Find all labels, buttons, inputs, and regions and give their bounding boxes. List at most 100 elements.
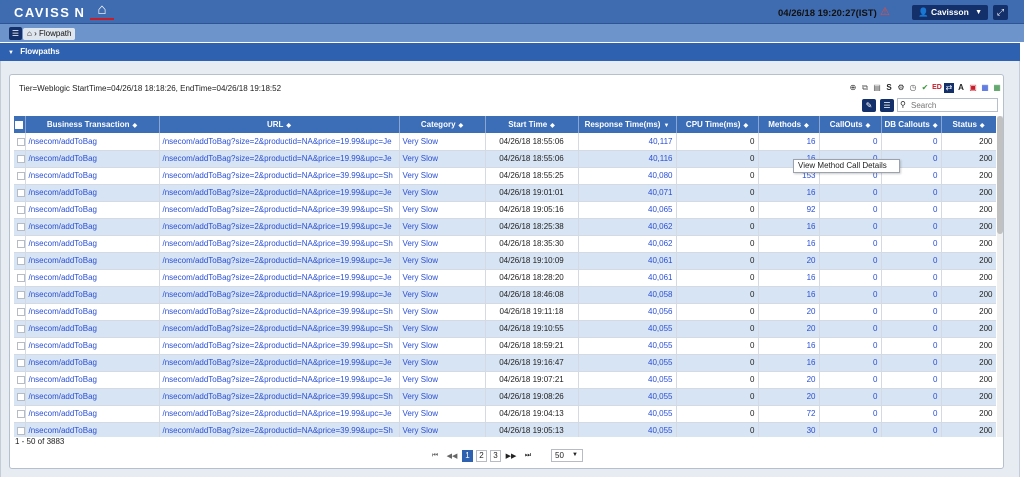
table-cell[interactable]: Very Slow [399,303,486,321]
table-cell[interactable]: 40,062 [578,218,677,236]
table-cell[interactable]: 40,080 [578,167,677,185]
table-cell[interactable]: /nsecom/addToBag [25,371,160,389]
table-row[interactable]: /nsecom/addToBag/nsecom/addToBag?size=2&… [14,133,996,151]
table-cell[interactable]: /nsecom/addToBag [25,133,160,151]
table-cell[interactable]: /nsecom/addToBag?size=2&productid=NA&pri… [159,371,400,389]
table-row[interactable]: /nsecom/addToBag/nsecom/addToBag?size=2&… [14,320,996,338]
table-cell[interactable]: Very Slow [399,337,486,355]
table-cell[interactable]: 0 [881,405,942,423]
table-cell[interactable]: 30 [758,422,820,437]
table-cell[interactable]: /nsecom/addToBag [25,235,160,253]
table-cell[interactable]: Very Slow [399,133,486,151]
table-cell[interactable]: Very Slow [399,252,486,270]
table-row[interactable]: /nsecom/addToBag/nsecom/addToBag?size=2&… [14,201,996,219]
table-cell[interactable]: Very Slow [399,354,486,372]
expand-icon[interactable]: ⤢ [993,5,1008,20]
collapse-icon[interactable]: ▼ [8,50,14,56]
column-header[interactable]: Category ◆ [399,116,486,133]
table-row[interactable]: /nsecom/addToBag/nsecom/addToBag?size=2&… [14,235,996,253]
table-cell[interactable]: 0 [819,371,882,389]
table-cell[interactable]: Very Slow [399,388,486,406]
document-icon[interactable]: ▤ [872,83,882,93]
section-header[interactable]: ▼ Flowpaths [0,43,1020,61]
word-icon[interactable]: ▦ [980,83,990,93]
select-all-checkbox[interactable] [14,116,26,133]
table-cell[interactable]: 40,055 [578,422,677,437]
user-menu-button[interactable]: 👤 Cavisson ▼ [912,5,988,20]
table-cell[interactable]: 0 [881,422,942,437]
table-cell[interactable]: /nsecom/addToBag [25,252,160,270]
table-cell[interactable]: 0 [819,388,882,406]
row-checkbox[interactable] [14,235,26,253]
prev-page-icon[interactable]: ◀◀ [445,452,459,460]
table-cell[interactable]: 40,055 [578,405,677,423]
settings-icon[interactable]: ⚙ [896,83,906,93]
table-cell[interactable]: 40,116 [578,150,677,168]
table-cell[interactable]: 0 [881,337,942,355]
row-checkbox[interactable] [14,320,26,338]
table-cell[interactable]: 40,058 [578,286,677,304]
table-scrollbar[interactable] [997,116,1003,437]
table-cell[interactable]: /nsecom/addToBag?size=2&productid=NA&pri… [159,167,400,185]
column-header[interactable]: CPU Time(ms) ◆ [676,116,759,133]
row-checkbox[interactable] [14,133,26,151]
row-checkbox[interactable] [14,252,26,270]
table-row[interactable]: /nsecom/addToBag/nsecom/addToBag?size=2&… [14,303,996,321]
clock-icon[interactable]: ◷ [908,83,918,93]
table-row[interactable]: /nsecom/addToBag/nsecom/addToBag?size=2&… [14,218,996,236]
table-cell[interactable]: /nsecom/addToBag?size=2&productid=NA&pri… [159,235,400,253]
table-cell[interactable]: Very Slow [399,371,486,389]
table-cell[interactable]: /nsecom/addToBag?size=2&productid=NA&pri… [159,201,400,219]
table-cell[interactable]: 0 [881,303,942,321]
table-row[interactable]: /nsecom/addToBag/nsecom/addToBag?size=2&… [14,337,996,355]
table-cell[interactable]: 0 [881,184,942,202]
table-cell[interactable]: 0 [819,303,882,321]
table-cell[interactable]: /nsecom/addToBag?size=2&productid=NA&pri… [159,133,400,151]
table-cell[interactable]: 40,055 [578,388,677,406]
table-cell[interactable]: /nsecom/addToBag?size=2&productid=NA&pri… [159,320,400,338]
table-cell[interactable]: /nsecom/addToBag [25,388,160,406]
table-cell[interactable]: 20 [758,371,820,389]
table-cell[interactable]: /nsecom/addToBag [25,201,160,219]
table-row[interactable]: /nsecom/addToBag/nsecom/addToBag?size=2&… [14,286,996,304]
table-row[interactable]: /nsecom/addToBag/nsecom/addToBag?size=2&… [14,388,996,406]
table-cell[interactable]: 0 [881,235,942,253]
column-header[interactable]: Methods ◆ [758,116,820,133]
table-cell[interactable]: /nsecom/addToBag [25,184,160,202]
pdf-icon[interactable]: ▣ [968,83,978,93]
table-row[interactable]: /nsecom/addToBag/nsecom/addToBag?size=2&… [14,269,996,287]
table-cell[interactable]: 40,062 [578,235,677,253]
table-cell[interactable]: Very Slow [399,422,486,437]
table-cell[interactable]: Very Slow [399,235,486,253]
excel-icon[interactable]: ▦ [992,83,1002,93]
table-cell[interactable]: /nsecom/addToBag?size=2&productid=NA&pri… [159,269,400,287]
row-checkbox[interactable] [14,218,26,236]
table-cell[interactable]: 40,071 [578,184,677,202]
table-cell[interactable]: 20 [758,303,820,321]
table-cell[interactable]: 40,061 [578,269,677,287]
row-checkbox[interactable] [14,354,26,372]
table-cell[interactable]: /nsecom/addToBag?size=2&productid=NA&pri… [159,184,400,202]
table-cell[interactable]: 0 [819,235,882,253]
table-cell[interactable]: 92 [758,201,820,219]
table-cell[interactable]: /nsecom/addToBag?size=2&productid=NA&pri… [159,337,400,355]
row-checkbox[interactable] [14,201,26,219]
table-cell[interactable]: 0 [881,371,942,389]
table-cell[interactable]: 0 [819,337,882,355]
table-cell[interactable]: /nsecom/addToBag [25,218,160,236]
table-cell[interactable]: 0 [819,422,882,437]
row-checkbox[interactable] [14,167,26,185]
table-cell[interactable]: 40,065 [578,201,677,219]
search-input[interactable] [911,100,995,110]
table-cell[interactable]: 40,056 [578,303,677,321]
table-cell[interactable]: Very Slow [399,184,486,202]
column-header[interactable]: CallOuts ◆ [819,116,882,133]
last-page-icon[interactable]: ⏭ [521,452,535,460]
table-cell[interactable]: 16 [758,354,820,372]
table-row[interactable]: /nsecom/addToBag/nsecom/addToBag?size=2&… [14,422,996,437]
table-cell[interactable]: 20 [758,320,820,338]
table-cell[interactable]: 0 [881,286,942,304]
table-cell[interactable]: 40,055 [578,354,677,372]
table-cell[interactable]: /nsecom/addToBag?size=2&productid=NA&pri… [159,388,400,406]
table-cell[interactable]: 0 [819,320,882,338]
